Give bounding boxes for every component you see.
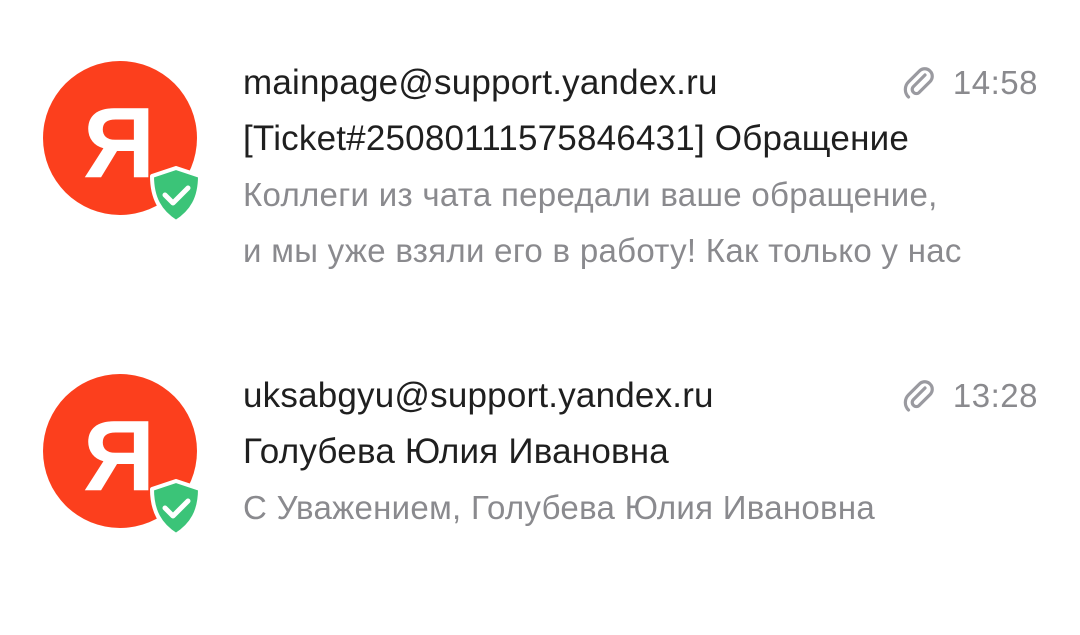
- svg-text:Я: Я: [83, 400, 155, 512]
- verified-shield-icon: [150, 479, 202, 537]
- mail-content: mainpage@support.yandex.ru 14:58 [Ticket…: [243, 55, 1038, 279]
- sender-address: mainpage@support.yandex.ru: [243, 63, 718, 102]
- mail-snippet-line: и мы уже взяли его в работу! Как только …: [243, 232, 962, 269]
- mail-subject: [Ticket#25080111575846431] Обращение: [243, 119, 910, 158]
- mail-list: Я mainpage@support.yandex.ru 14:58 [Tick…: [0, 0, 1080, 635]
- verified-shield-icon: [150, 166, 202, 224]
- mail-snippet-line: С Уважением, Голубева Юлия Ивановна: [243, 489, 876, 526]
- mail-time: 14:58: [952, 64, 1038, 101]
- mail-subject-row: Голубева Юлия Ивановна: [243, 424, 1038, 480]
- mail-meta: 13:28: [901, 368, 1038, 424]
- mail-subject-row: [Ticket#25080111575846431] Обращение: [243, 111, 1038, 167]
- paperclip-icon: [903, 67, 934, 99]
- sender-address: uksabgyu@support.yandex.ru: [243, 376, 714, 415]
- mail-item[interactable]: Я mainpage@support.yandex.ru 14:58 [Tick…: [0, 55, 1080, 295]
- mail-item[interactable]: Я uksabgyu@support.yandex.ru 13:28 Голуб…: [0, 368, 1080, 548]
- mail-header-row: uksabgyu@support.yandex.ru 13:28: [243, 368, 1038, 424]
- mail-header-row: mainpage@support.yandex.ru 14:58: [243, 55, 1038, 111]
- mail-meta: 14:58: [901, 55, 1038, 111]
- paperclip-icon: [903, 380, 934, 412]
- mail-time: 13:28: [952, 377, 1038, 414]
- svg-text:Я: Я: [83, 87, 155, 199]
- mail-content: uksabgyu@support.yandex.ru 13:28 Голубев…: [243, 368, 1038, 536]
- mail-subject: Голубева Юлия Ивановна: [243, 432, 669, 471]
- mail-snippet-line: Коллеги из чата передали ваше обращение,: [243, 176, 938, 213]
